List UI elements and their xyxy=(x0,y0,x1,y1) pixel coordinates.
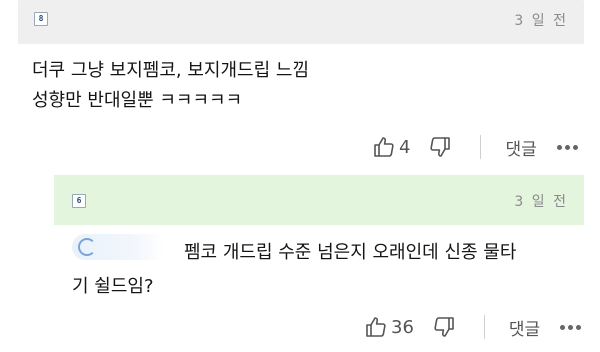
thumbs-up-icon xyxy=(374,137,394,157)
reply-button[interactable]: 댓글 xyxy=(505,135,536,160)
comment-time: 3 일 전 xyxy=(514,13,568,29)
comment-body-line: 성향만 반대일뿐 ㅋㅋㅋㅋㅋ xyxy=(32,90,243,111)
thumbs-up-icon xyxy=(366,317,386,337)
comment-actions: 4 댓글 xyxy=(372,132,578,162)
reply-body-line: 펨코 개드립 수준 넘은지 오래인데 신종 물타 xyxy=(184,242,517,263)
reply-header: 6 3 일 전 xyxy=(54,175,584,225)
reply-body-line: 기 쉴드임? xyxy=(72,276,154,297)
reply-button[interactable]: 댓글 xyxy=(509,315,540,340)
divider xyxy=(480,135,482,159)
comment-body: 더쿠 그냥 보지펨코, 보지개드립 느낌 성향만 반대일뿐 ㅋㅋㅋㅋㅋ xyxy=(32,56,552,116)
level-badge-icon: 8 xyxy=(34,12,48,26)
level-badge-icon: 6 xyxy=(72,194,86,208)
dislike-button[interactable] xyxy=(428,135,452,159)
reply-time: 3 일 전 xyxy=(514,194,568,210)
dislike-button[interactable] xyxy=(432,315,456,339)
thumbs-down-icon xyxy=(430,137,451,157)
like-count: 36 xyxy=(391,316,414,338)
like-count: 4 xyxy=(399,136,411,158)
comment-header: 8 3 일 전 xyxy=(18,0,584,44)
more-dots-icon[interactable] xyxy=(560,324,582,330)
more-dots-icon[interactable] xyxy=(556,144,578,150)
like-button[interactable]: 36 xyxy=(364,315,414,339)
reply-body: 펨코 개드립 수준 넘은지 오래인데 신종 물타 기 쉴드임? xyxy=(72,236,572,304)
thumbs-down-icon xyxy=(434,317,454,337)
divider xyxy=(483,315,485,339)
comment-body-line: 더쿠 그냥 보지펨코, 보지개드립 느낌 xyxy=(32,60,310,81)
like-button[interactable]: 4 xyxy=(372,135,410,159)
reply-actions: 36 댓글 xyxy=(364,312,582,342)
